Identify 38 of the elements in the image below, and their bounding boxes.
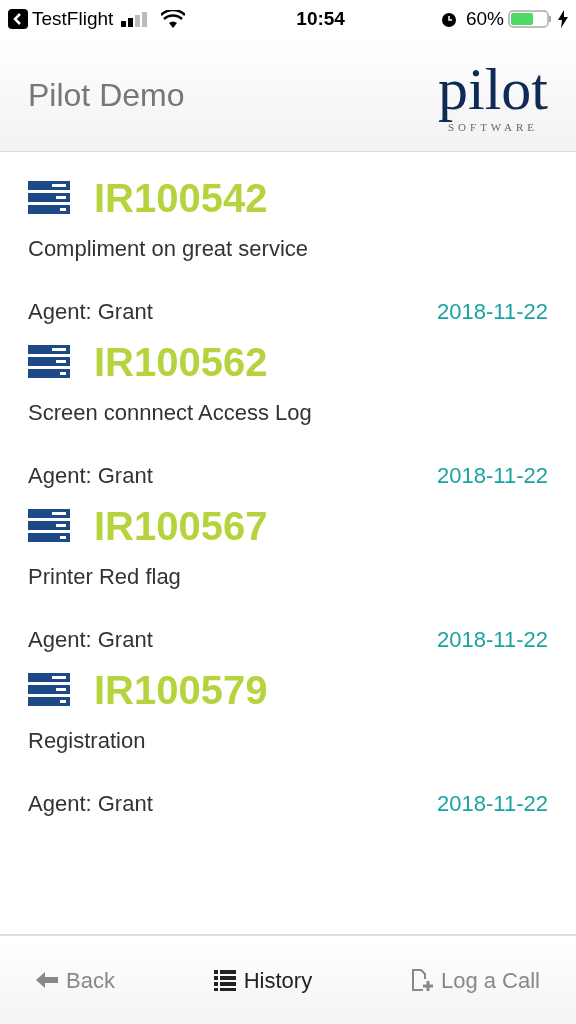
toolbar-tab[interactable]: History [213,963,313,997]
document-plus-icon [410,968,433,992]
battery-percent: 60% [465,6,504,31]
agent-name: Agent: Grant [28,626,153,654]
toolbar-tab[interactable]: Back [36,963,115,997]
incident-id[interactable]: IR100542 [94,168,268,228]
clock-time: 10:54 [295,6,345,31]
agent-name: Agent: Grant [28,790,153,818]
logo-tagline: SOFTWARE [447,122,538,133]
server-icon [28,345,70,379]
agent-name: Agent: Grant [28,298,153,326]
incident-id[interactable]: IR100579 [94,660,268,720]
logo-wordmark: pilot [438,56,548,122]
battery-icon [508,9,554,29]
app-title: Pilot Demo [28,75,185,115]
back-app-label[interactable]: TestFlight [32,4,114,34]
incident-subject: Printer Red flag [28,563,182,591]
agent-name: Agent: Grant [28,462,153,490]
incident-subject: Registration [28,727,147,755]
signal-icon [121,11,150,27]
incident-id[interactable]: IR100567 [94,496,268,556]
incident-subject: Screen connnect Access Log [28,399,313,427]
toolbar-tab[interactable]: Log a Call [410,963,540,997]
incident-date: 2018-11-22 [437,462,548,490]
wifi-icon [161,10,186,28]
list-icon [213,969,236,991]
server-icon [28,509,70,543]
left-arrow-icon [36,972,58,988]
incident-date: 2018-11-22 [437,298,548,326]
incident-date: 2018-11-22 [437,626,548,654]
incident-date: 2018-11-22 [437,790,548,818]
server-icon [28,181,70,215]
alarm-icon [439,10,458,28]
charging-icon [558,10,568,28]
back-icon[interactable] [8,9,28,29]
server-icon [28,673,70,707]
incident-subject: Compliment on great service [28,235,309,263]
incident-id[interactable]: IR100562 [94,332,268,392]
